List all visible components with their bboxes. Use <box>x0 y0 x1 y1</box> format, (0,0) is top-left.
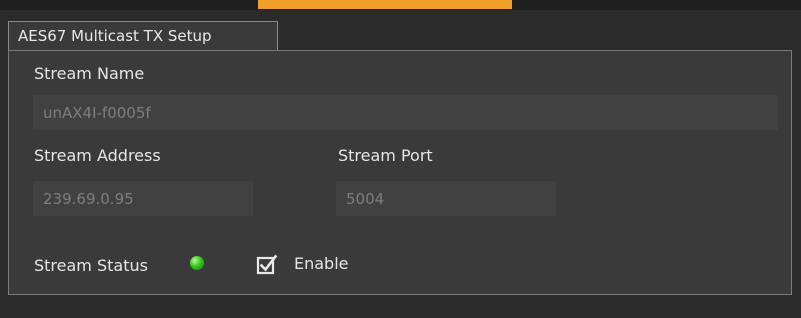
stream-address-field[interactable] <box>33 181 253 216</box>
enable-checkbox[interactable] <box>256 253 278 275</box>
stream-port-field[interactable] <box>336 181 556 216</box>
checkbox-checked-icon <box>256 254 278 275</box>
stream-status-label: Stream Status <box>34 256 148 275</box>
stream-name-field[interactable] <box>33 95 778 130</box>
enable-label: Enable <box>294 254 349 273</box>
status-led-icon <box>190 256 204 270</box>
stream-address-label: Stream Address <box>34 146 161 165</box>
active-tab-accent <box>258 0 512 9</box>
stream-name-label: Stream Name <box>34 64 145 83</box>
stream-port-label: Stream Port <box>338 146 433 165</box>
tab-aes67-multicast-tx-setup[interactable]: AES67 Multicast TX Setup <box>8 21 278 50</box>
